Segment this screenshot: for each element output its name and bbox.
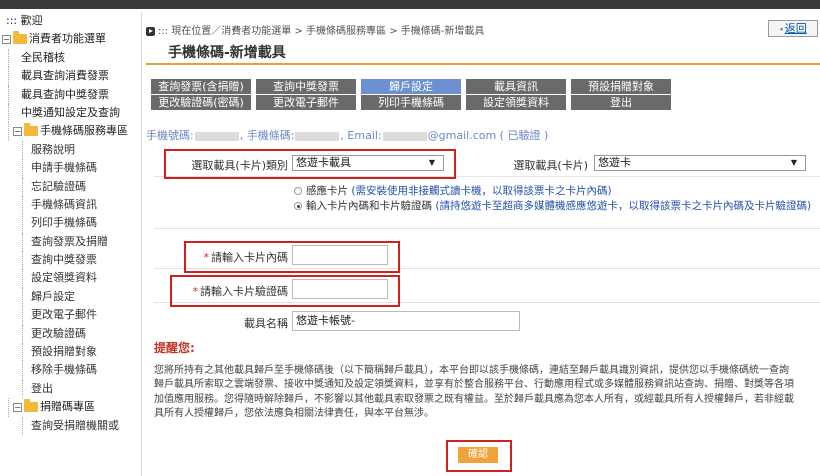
tab-query-winning[interactable]: 查詢中獎發票 bbox=[256, 79, 356, 94]
carrier-name-input[interactable]: 悠遊卡帳號- bbox=[292, 311, 520, 331]
sidebar-subitem[interactable]: 歸戶設定 bbox=[22, 287, 141, 307]
sidebar-root[interactable]: ::: 歡迎 bbox=[0, 12, 141, 30]
tab-prize-info[interactable]: 設定領獎資料 bbox=[466, 95, 566, 110]
sidebar-folder-consumer[interactable]: − 消費者功能選單 bbox=[0, 30, 141, 48]
tab-carrier-info[interactable]: 載具資訊 bbox=[466, 79, 566, 94]
sidebar-subitem[interactable]: 服務說明 bbox=[22, 140, 141, 160]
tab-query-invoice[interactable]: 查詢發票(含捐贈) bbox=[151, 79, 251, 94]
sidebar-folder-label: 手機條碼服務專區 bbox=[40, 124, 128, 138]
tab-change-password[interactable]: 更改驗證碼(密碼) bbox=[151, 95, 251, 110]
sidebar-subitem[interactable]: 查詢受捐贈機關或 bbox=[22, 416, 141, 435]
radio2-label: 輸入卡片內碼和卡片驗證碼 bbox=[306, 200, 432, 212]
title-divider bbox=[146, 63, 820, 65]
card-select[interactable]: 悠遊卡 ▼ bbox=[594, 155, 806, 171]
email-label: , Email: bbox=[340, 129, 382, 142]
radio2-note: (請持悠遊卡至超商多媒體機感應悠遊卡，以取得該票卡之卡片內碼及卡片驗證碼) bbox=[435, 200, 812, 212]
radio-manual-option[interactable]: 輸入卡片內碼和卡片驗證碼 (請持悠遊卡至超商多媒體機感應悠遊卡，以取得該票卡之卡… bbox=[294, 200, 814, 213]
tab-change-email[interactable]: 更改電子郵件 bbox=[256, 95, 356, 110]
sidebar-folder-mobile-barcode[interactable]: − 手機條碼服務專區 bbox=[8, 122, 141, 141]
radio-button[interactable] bbox=[294, 187, 302, 195]
form-row-input-method: 感應卡片 (需安裝使用非接觸式讀卡機，以取得該票卡之卡片內碼) 輸入卡片內碼和卡… bbox=[154, 179, 820, 229]
notice-title: 提醒您: bbox=[154, 341, 195, 355]
user-info-line: 手機號碼: , 手機條碼: , Email: @gmail.com ( 已驗證 ) bbox=[146, 127, 548, 143]
folder-open-icon bbox=[13, 31, 27, 45]
sidebar-folder-label: 消費者功能選單 bbox=[29, 32, 106, 46]
breadcrumb-text: ::: 現在位置／消費者功能選單 > 手機條碼服務專區 > 手機條碼-新增載具 bbox=[158, 26, 485, 37]
masked-phone bbox=[194, 131, 239, 141]
highlight-box bbox=[446, 440, 512, 472]
sidebar-item[interactable]: 中獎通知設定及查詢 bbox=[8, 103, 141, 123]
sidebar-subitem[interactable]: 登出 bbox=[22, 379, 141, 399]
sidebar-subitem[interactable]: 預設捐贈對象 bbox=[22, 343, 141, 362]
radio-sensor-option[interactable]: 感應卡片 (需安裝使用非接觸式讀卡機，以取得該票卡之卡片內碼) bbox=[294, 185, 814, 198]
sidebar-subitem[interactable]: 列印手機條碼 bbox=[22, 214, 141, 233]
highlight-box bbox=[184, 241, 400, 273]
sidebar-subitem[interactable]: 更改驗證碼 bbox=[22, 324, 141, 344]
sidebar-subitem[interactable]: 設定領獎資料 bbox=[22, 269, 141, 288]
radio1-label: 感應卡片 bbox=[306, 185, 348, 197]
page-title: 手機條碼-新增載具 bbox=[168, 45, 286, 61]
collapse-icon[interactable]: − bbox=[13, 126, 22, 136]
card-label: 選取載具(卡片) bbox=[513, 159, 588, 172]
carrier-name-label: 載具名稱 bbox=[244, 317, 288, 330]
dropdown-caret-icon: ▼ bbox=[790, 158, 797, 167]
email-suffix: @gmail.com ( 已驗證 ) bbox=[427, 129, 549, 142]
collapse-icon[interactable]: − bbox=[13, 402, 22, 412]
sidebar-subitem[interactable]: 手機條碼資訊 bbox=[22, 195, 141, 215]
notice-body: 您將所持有之其他載具歸戶至手機條碼後（以下簡稱歸戶載具），本平台即以該手機條碼，… bbox=[154, 365, 794, 420]
back-label: 返回 bbox=[784, 22, 807, 35]
highlight-box bbox=[170, 275, 400, 307]
tab-print-barcode[interactable]: 列印手機條碼 bbox=[361, 95, 461, 110]
top-bar bbox=[0, 0, 820, 9]
sidebar-item[interactable]: 載具查詢中獎發票 bbox=[8, 85, 141, 104]
main-content: ::: 現在位置／消費者功能選單 > 手機條碼服務專區 > 手機條碼-新增載具 … bbox=[146, 12, 820, 476]
sidebar-folder-donation[interactable]: − 捐贈碼專區 bbox=[8, 398, 141, 417]
sidebar-folder-label: 捐贈碼專區 bbox=[40, 400, 95, 414]
sidebar-subitem[interactable]: 查詢發票及捐贈 bbox=[22, 232, 141, 252]
sidebar-subitem[interactable]: 更改電子郵件 bbox=[22, 306, 141, 325]
form-row-carrier-name: 載具名稱 悠遊卡帳號- bbox=[154, 307, 820, 335]
tab-carrier-setting[interactable]: 歸戶設定 bbox=[361, 79, 461, 94]
tab-logout[interactable]: 登出 bbox=[571, 95, 671, 110]
card-value: 悠遊卡 bbox=[598, 156, 631, 169]
sidebar-item[interactable]: 全民稽核 bbox=[8, 48, 141, 68]
radio-button-selected[interactable] bbox=[294, 202, 302, 210]
barcode-label: , 手機條碼: bbox=[239, 129, 295, 142]
phone-label: 手機號碼: bbox=[146, 129, 194, 142]
radio1-note: (需安裝使用非接觸式讀卡機，以取得該票卡之卡片內碼) bbox=[351, 185, 612, 197]
back-arrow-icon: ◂ bbox=[779, 24, 783, 33]
sidebar-tree: ::: 歡迎 − 消費者功能選單 全民稽核 載具查詢消費發票 載具查詢中獎發票 中… bbox=[0, 12, 142, 476]
highlight-box bbox=[164, 149, 456, 179]
folder-open-icon bbox=[24, 123, 38, 137]
sidebar-subitem[interactable]: 查詢中獎發票 bbox=[22, 251, 141, 270]
location-arrow-icon bbox=[146, 26, 155, 36]
sidebar-subitem[interactable]: 移除手機條碼 bbox=[22, 361, 141, 380]
tab-default-donation[interactable]: 預設捐贈對象 bbox=[571, 79, 671, 94]
sidebar-subitem[interactable]: 忘記驗證碼 bbox=[22, 177, 141, 196]
breadcrumb: ::: 現在位置／消費者功能選單 > 手機條碼服務專區 > 手機條碼-新增載具 bbox=[146, 22, 484, 37]
folder-open-icon bbox=[24, 399, 38, 413]
collapse-icon[interactable]: − bbox=[2, 34, 11, 44]
masked-barcode bbox=[295, 131, 340, 141]
sidebar-item[interactable]: 載具查詢消費發票 bbox=[8, 67, 141, 86]
masked-email bbox=[382, 131, 427, 141]
sidebar-subitem[interactable]: 申請手機條碼 bbox=[22, 159, 141, 178]
back-button[interactable]: ◂ 返回 bbox=[768, 20, 818, 37]
